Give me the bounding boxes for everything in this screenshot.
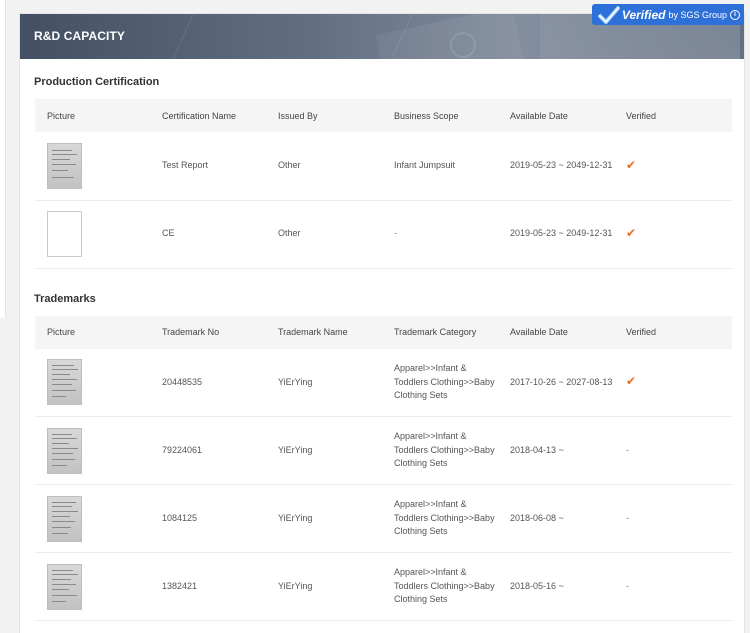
table-row: 20448535 YiErYing Apparel>>Infant & Todd…	[35, 348, 732, 417]
production-certification-title: Production Certification	[34, 76, 160, 88]
trademark-thumbnail[interactable]	[47, 359, 82, 406]
trademark-thumbnail[interactable]	[47, 495, 82, 542]
available-date: 2017-10-26 ~ 2027-08-13	[498, 348, 614, 417]
rd-capacity-panel: R&D CAPACITY Verified by SGS Group i Pro…	[19, 4, 745, 633]
column-header: Verified	[614, 315, 732, 349]
verified-check-icon: ✔	[626, 225, 637, 240]
trademarks-title: Trademarks	[34, 292, 96, 305]
table-row: 1382421 YiErYing Apparel>>Infant & Toddl…	[35, 552, 732, 621]
verified-check-icon	[597, 5, 620, 24]
table-row: 1084125 YiErYing Apparel>>Infant & Toddl…	[35, 484, 732, 553]
trademark-name: YiErYing	[266, 552, 382, 621]
verified-status: -	[614, 552, 732, 621]
business-scope: -	[382, 200, 498, 269]
issued-by: Other	[266, 132, 382, 201]
trademark-number: 1382421	[150, 552, 266, 621]
table-row: 79224061 YiErYing Apparel>>Infant & Todd…	[35, 416, 732, 485]
column-header: Available Date	[498, 99, 614, 132]
available-date: 2018-06-08 ~	[498, 484, 614, 553]
column-header: Trademark No	[150, 315, 266, 349]
trademark-thumbnail[interactable]	[47, 427, 82, 474]
trademark-thumbnail[interactable]	[47, 563, 82, 610]
panel-title: R&D CAPACITY	[34, 29, 125, 43]
verified-check-icon: ✔	[626, 374, 637, 388]
table-row: CE Other - 2019-05-23 ~ 2049-12-31 ✔	[35, 200, 732, 269]
column-header: Picture	[35, 315, 150, 349]
certification-table: Picture Certification Name Issued By Bus…	[35, 99, 732, 269]
column-header: Picture	[35, 99, 150, 132]
column-header: Trademark Category	[382, 315, 498, 349]
trademark-number: 79224061	[150, 416, 266, 485]
verified-status: -	[614, 416, 732, 485]
trademark-category: Apparel>>Infant & Toddlers Clothing>>Bab…	[382, 348, 498, 417]
column-header: Trademark Name	[266, 315, 382, 349]
issued-by: Other	[266, 200, 382, 269]
available-date: 2019-05-23 ~ 2049-12-31	[498, 200, 614, 269]
certification-name: Test Report	[150, 132, 266, 201]
verified-status: -	[614, 484, 732, 553]
left-sidebar-edge	[0, 0, 6, 318]
table-header-row: Picture Trademark No Trademark Name Trad…	[35, 315, 732, 349]
verified-text: Verified	[621, 7, 666, 22]
trademark-name: YiErYing	[266, 348, 382, 417]
verified-check-icon: ✔	[626, 157, 637, 172]
trademark-name: YiErYing	[266, 416, 382, 485]
trademark-category: Apparel>>Infant & Toddlers Clothing>>Bab…	[382, 484, 498, 553]
certification-name: CE	[150, 200, 266, 269]
certificate-thumbnail[interactable]	[47, 211, 82, 257]
available-date: 2019-05-23 ~ 2049-12-31	[498, 132, 614, 201]
table-row: Test Report Other Infant Jumpsuit 2019-0…	[35, 132, 732, 201]
info-icon[interactable]: i	[730, 9, 740, 20]
column-header: Issued By	[266, 99, 382, 132]
column-header: Certification Name	[150, 99, 266, 132]
trademark-name: YiErYing	[266, 484, 382, 553]
available-date: 2018-05-16 ~	[498, 552, 614, 621]
column-header: Verified	[614, 99, 732, 132]
verified-by-text: by SGS Group	[668, 9, 727, 20]
business-scope: Infant Jumpsuit	[382, 132, 498, 201]
column-header: Business Scope	[382, 99, 498, 132]
trademark-category: Apparel>>Infant & Toddlers Clothing>>Bab…	[382, 552, 498, 621]
trademark-category: Apparel>>Infant & Toddlers Clothing>>Bab…	[382, 416, 498, 485]
column-header: Available Date	[498, 315, 614, 349]
certificate-thumbnail[interactable]	[47, 142, 82, 189]
header-background-graphic	[450, 32, 476, 58]
available-date: 2018-04-13 ~	[498, 416, 614, 485]
trademark-table: Picture Trademark No Trademark Name Trad…	[35, 315, 732, 621]
trademark-number: 20448535	[150, 348, 266, 417]
trademark-number: 1084125	[150, 484, 266, 553]
sgs-verified-badge[interactable]: Verified by SGS Group i	[591, 4, 744, 25]
table-header-row: Picture Certification Name Issued By Bus…	[35, 99, 732, 132]
